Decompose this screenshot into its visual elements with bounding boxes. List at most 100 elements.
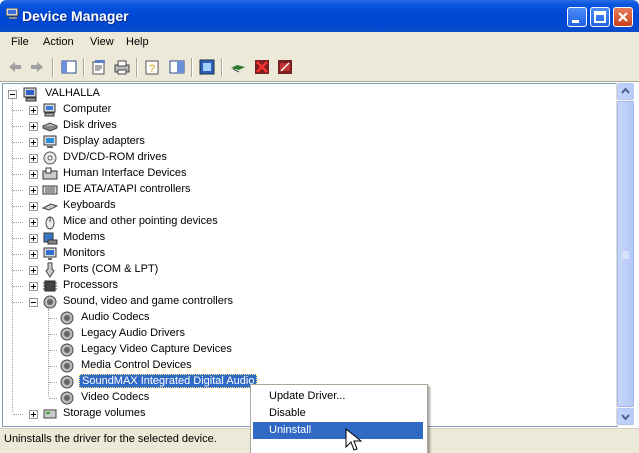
sound-device-icon <box>60 359 74 373</box>
menu-help[interactable]: Help <box>126 36 149 48</box>
back-arrow-icon[interactable] <box>6 58 24 76</box>
expand-expander[interactable] <box>29 250 38 259</box>
print-icon[interactable] <box>113 58 131 76</box>
tree-connector <box>13 142 23 144</box>
tree-category-computer[interactable]: Computer <box>13 102 305 118</box>
tree-category-ports[interactable]: Ports (COM & LPT) <box>13 262 305 278</box>
scroll-up-arrow-icon <box>621 87 630 94</box>
menu-view[interactable]: View <box>90 36 114 48</box>
device-label: Video Codecs <box>81 391 150 403</box>
tree-connector <box>13 206 23 208</box>
sound-device-icon <box>60 391 74 405</box>
expand-expander[interactable] <box>29 138 38 147</box>
keyboard-icon <box>42 203 58 211</box>
menu-file[interactable]: File <box>11 36 29 48</box>
toolbar-separator <box>191 58 193 77</box>
tree-connector <box>49 398 57 400</box>
expand-expander[interactable] <box>29 202 38 211</box>
device-tree[interactable]: VALHALLA Computer Disk drives Display ad… <box>2 83 618 427</box>
expand-expander[interactable] <box>29 154 38 163</box>
update-driver-icon[interactable] <box>229 58 247 76</box>
maximize-button[interactable] <box>590 7 610 27</box>
tree-device-legacy-audio[interactable]: Legacy Audio Drivers <box>49 326 319 342</box>
tree-category-processors[interactable]: Processors <box>13 278 305 294</box>
expand-expander[interactable] <box>29 186 38 195</box>
tree-connector <box>49 382 57 384</box>
disable-icon[interactable] <box>276 58 294 76</box>
console-tree-icon[interactable] <box>168 58 186 76</box>
tree-connector <box>13 158 23 160</box>
storage-icon <box>43 409 57 419</box>
menu-item-label: Update Driver... <box>269 390 346 402</box>
help-icon[interactable]: ? <box>144 58 162 76</box>
forward-arrow-icon[interactable] <box>28 58 46 76</box>
tree-category-mice[interactable]: Mice and other pointing devices <box>13 214 305 230</box>
thumb-grip-icon <box>622 251 629 259</box>
category-label: Modems <box>63 231 106 243</box>
collapse-expander[interactable] <box>8 90 17 99</box>
toolbar-separator <box>52 58 54 77</box>
menu-action[interactable]: Action <box>43 36 74 48</box>
maximize-icon <box>594 11 606 23</box>
tree-category-monitors[interactable]: Monitors <box>13 246 305 262</box>
tree-connector <box>13 222 23 224</box>
tree-category-keyboards[interactable]: Keyboards <box>13 198 305 214</box>
tree-category-sound[interactable]: Sound, video and game controllers <box>13 294 305 310</box>
expand-expander[interactable] <box>29 106 38 115</box>
tree-connector <box>13 110 23 112</box>
expand-expander[interactable] <box>29 266 38 275</box>
tree-connector <box>13 270 23 272</box>
category-label: Display adapters <box>63 135 145 147</box>
expand-expander[interactable] <box>29 218 38 227</box>
menu-item-uninstall[interactable]: Uninstall <box>253 422 423 439</box>
sound-icon <box>43 295 57 309</box>
scroll-thumb[interactable] <box>617 101 634 407</box>
expand-expander[interactable] <box>29 122 38 131</box>
menu-item-disable[interactable]: Disable <box>253 405 423 422</box>
tree-device-audio-codecs[interactable]: Audio Codecs <box>49 310 319 326</box>
tree-category-hid[interactable]: Human Interface Devices <box>13 166 305 182</box>
tree-root-node[interactable]: VALHALLA <box>8 86 208 102</box>
vertical-scrollbar[interactable] <box>616 83 634 426</box>
tree-connector <box>13 286 23 288</box>
category-label: Storage volumes <box>63 407 146 419</box>
ide-controller-icon <box>42 185 58 195</box>
toolbar-separator <box>136 58 138 77</box>
mouse-cursor-icon <box>345 428 363 451</box>
show-hide-console-tree-icon[interactable] <box>60 58 78 76</box>
tree-category-display-adapters[interactable]: Display adapters <box>13 134 305 150</box>
collapse-expander[interactable] <box>29 298 38 307</box>
tree-category-disk-drives[interactable]: Disk drives <box>13 118 305 134</box>
tree-connector <box>49 318 57 320</box>
menu-item-update-driver[interactable]: Update Driver... <box>253 388 423 405</box>
tree-device-legacy-video[interactable]: Legacy Video Capture Devices <box>49 342 319 358</box>
properties-icon[interactable] <box>90 58 108 76</box>
expand-expander[interactable] <box>29 234 38 243</box>
tree-category-dvd-cdrom[interactable]: DVD/CD-ROM drives <box>13 150 305 166</box>
scan-hardware-icon[interactable] <box>198 58 216 76</box>
tree-root-label: VALHALLA <box>45 87 100 99</box>
tree-connector <box>13 414 23 416</box>
expand-expander[interactable] <box>29 410 38 419</box>
selected-device-label: SoundMAX Integrated Digital Audio <box>79 374 258 388</box>
title-bar[interactable]: Device Manager <box>0 0 639 32</box>
scroll-down-arrow-icon <box>621 414 630 421</box>
scroll-down-button[interactable] <box>617 408 634 425</box>
processor-icon <box>43 280 57 292</box>
expand-expander[interactable] <box>29 282 38 291</box>
tree-category-ide[interactable]: IDE ATA/ATAPI controllers <box>13 182 305 198</box>
tree-connector <box>13 302 23 304</box>
category-label: Processors <box>63 279 119 291</box>
minimize-icon <box>572 20 579 23</box>
uninstall-icon[interactable] <box>253 58 271 76</box>
window-title: Device Manager <box>22 8 129 24</box>
minimize-button[interactable] <box>567 7 587 27</box>
tree-category-modems[interactable]: Modems <box>13 230 305 246</box>
expand-expander[interactable] <box>29 170 38 179</box>
device-label: Legacy Video Capture Devices <box>81 343 232 355</box>
close-button[interactable] <box>613 7 633 27</box>
sound-device-icon <box>60 327 74 341</box>
scroll-up-button[interactable] <box>617 83 634 100</box>
tree-device-media-control[interactable]: Media Control Devices <box>49 358 319 374</box>
cdrom-icon <box>43 151 57 165</box>
